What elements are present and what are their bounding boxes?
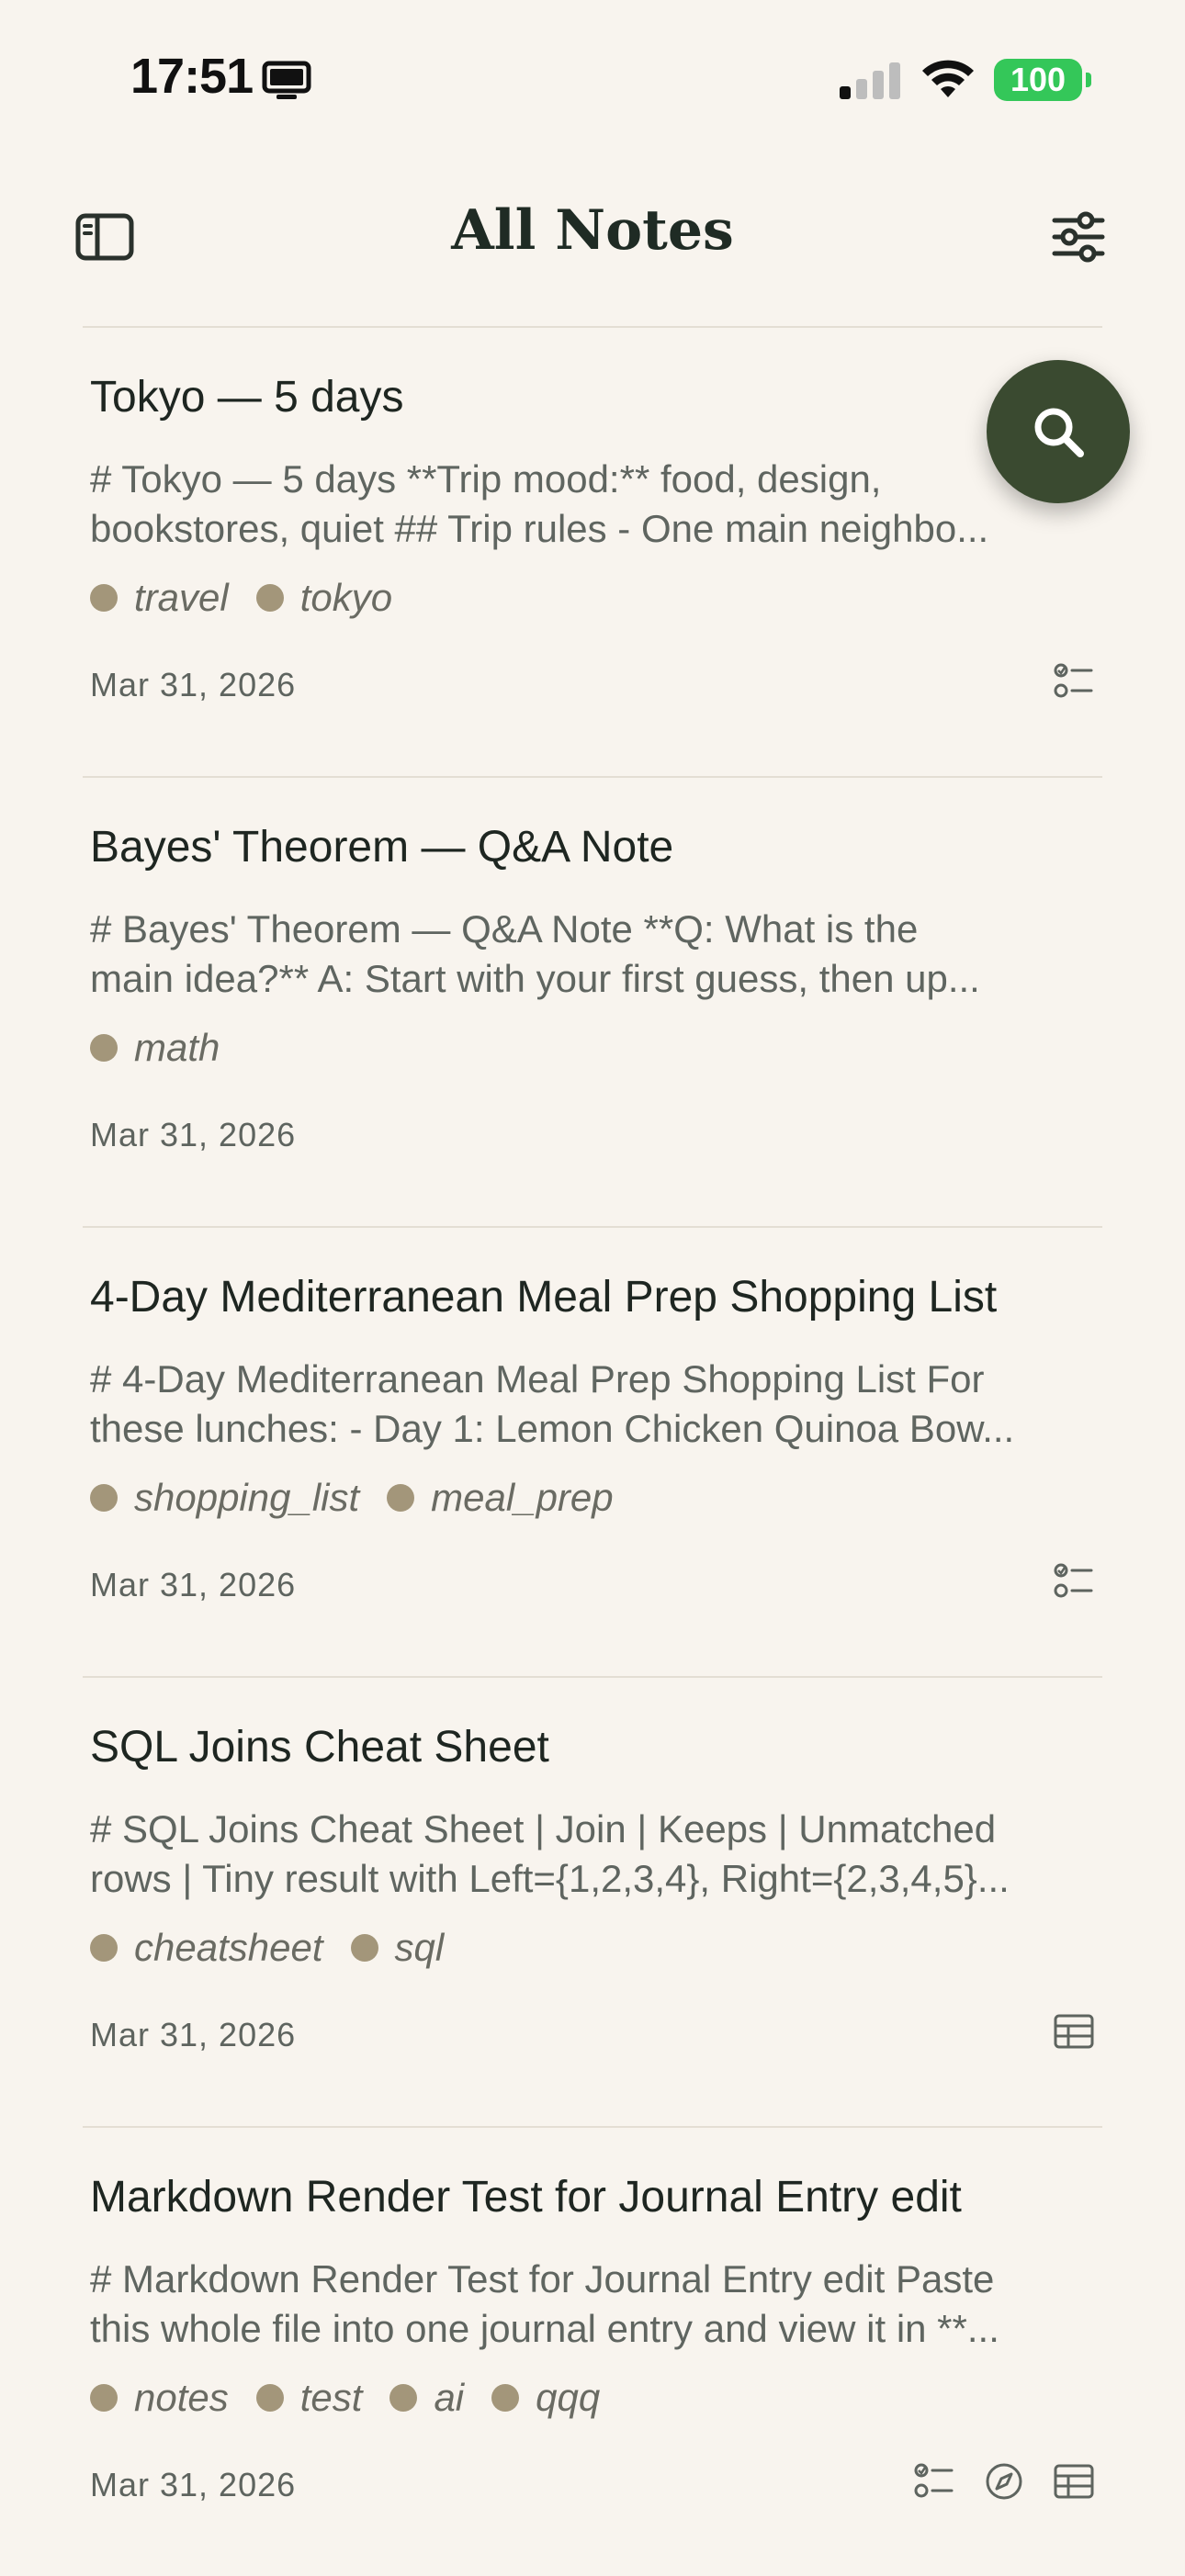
tag[interactable]: ai	[389, 2376, 464, 2420]
note-preview: # Bayes' Theorem — Q&A Note **Q: What is…	[90, 905, 1100, 1004]
tag-dot-icon	[387, 1484, 415, 1512]
note-date: Mar 31, 2026	[90, 1116, 297, 1153]
tag[interactable]: cheatsheet	[90, 1926, 323, 1970]
note-tags: travel tokyo	[90, 576, 392, 620]
tag[interactable]: sql	[350, 1926, 445, 1970]
note-preview-line: # Tokyo — 5 days **Trip mood:** food, de…	[90, 457, 882, 501]
note-card[interactable]: 4-Day Mediterranean Meal Prep Shopping L…	[83, 1226, 1102, 1676]
note-date: Mar 31, 2026	[90, 666, 297, 703]
tag-label: qqq	[536, 2376, 601, 2419]
note-preview: # 4-Day Mediterranean Meal Prep Shopping…	[90, 1355, 1100, 1454]
screen-mirroring-icon	[262, 61, 311, 99]
search-icon	[1034, 408, 1084, 457]
status-bar: 17:51 100	[0, 0, 1185, 147]
note-title: Markdown Render Test for Journal Entry e…	[90, 2173, 962, 2222]
tag[interactable]: meal_prep	[387, 1476, 614, 1520]
tag-label: meal_prep	[431, 1476, 614, 1519]
tag[interactable]: tokyo	[255, 576, 393, 620]
checklist-icon	[914, 2463, 954, 2498]
note-attachments	[1053, 660, 1095, 703]
note-card[interactable]: SQL Joins Cheat Sheet # SQL Joins Cheat …	[83, 1676, 1102, 2126]
search-button[interactable]	[987, 360, 1130, 503]
note-tags: math	[90, 1026, 220, 1070]
table-icon	[1054, 2014, 1094, 2049]
note-preview: # SQL Joins Cheat Sheet | Join | Keeps |…	[90, 1805, 1100, 1904]
wifi-icon	[922, 60, 974, 97]
note-title: Bayes' Theorem — Q&A Note	[90, 823, 674, 872]
note-title: SQL Joins Cheat Sheet	[90, 1723, 549, 1772]
note-tags: notes test ai qqq	[90, 2376, 600, 2420]
note-preview-line: # SQL Joins Cheat Sheet | Join | Keeps |…	[90, 1807, 997, 1850]
tag-dot-icon	[90, 1484, 118, 1512]
tag[interactable]: shopping_list	[90, 1476, 359, 1520]
tag-dot-icon	[255, 2384, 284, 2412]
cellular-signal-icon	[840, 62, 900, 99]
table-icon	[1054, 2464, 1094, 2499]
note-date: Mar 31, 2026	[90, 2466, 297, 2503]
note-card[interactable]: Tokyo — 5 days # Tokyo — 5 days **Trip m…	[83, 326, 1102, 776]
tag-label: notes	[134, 2376, 229, 2419]
note-preview-line: main idea?** A: Start with your first gu…	[90, 957, 980, 1000]
tag-dot-icon	[350, 1934, 378, 1962]
note-preview-line: # 4-Day Mediterranean Meal Prep Shopping…	[90, 1357, 985, 1400]
tag[interactable]: math	[90, 1026, 220, 1070]
filter-sliders-icon[interactable]	[1051, 211, 1106, 263]
notes-list: Tokyo — 5 days # Tokyo — 5 days **Trip m…	[83, 326, 1102, 2576]
note-date: Mar 31, 2026	[90, 1566, 297, 1603]
compass-icon	[986, 2463, 1022, 2500]
note-attachments	[913, 2460, 1095, 2503]
tag[interactable]: test	[255, 2376, 363, 2420]
note-preview-line: these lunches: - Day 1: Lemon Chicken Qu…	[90, 1407, 1015, 1450]
note-card[interactable]: Bayes' Theorem — Q&A Note # Bayes' Theor…	[83, 776, 1102, 1226]
status-time: 17:51	[130, 49, 254, 104]
tag-label: travel	[134, 576, 229, 619]
note-attachments	[1053, 1560, 1095, 1603]
note-preview: # Tokyo — 5 days **Trip mood:** food, de…	[90, 455, 1100, 554]
tag-dot-icon	[90, 2384, 118, 2412]
note-attachments	[1053, 2010, 1095, 2053]
note-preview-line: this whole file into one journal entry a…	[90, 2307, 999, 2350]
note-preview-line: # Markdown Render Test for Journal Entry…	[90, 2257, 995, 2300]
note-tags: cheatsheet sql	[90, 1926, 444, 1970]
tag-label: ai	[434, 2376, 465, 2419]
tag-label: test	[299, 2376, 363, 2419]
tag[interactable]: qqq	[491, 2376, 600, 2420]
checklist-icon	[1054, 663, 1093, 698]
tag-dot-icon	[491, 2384, 520, 2412]
note-card[interactable]: Markdown Render Test for Journal Entry e…	[83, 2126, 1102, 2576]
tag-dot-icon	[389, 2384, 418, 2412]
tag-label: sql	[394, 1926, 445, 1969]
note-tags: shopping_list meal_prep	[90, 1476, 614, 1520]
note-preview-line: rows | Tiny result with Left={1,2,3,4}, …	[90, 1857, 1010, 1900]
note-title: 4-Day Mediterranean Meal Prep Shopping L…	[90, 1273, 998, 1322]
tag[interactable]: notes	[90, 2376, 229, 2420]
tag-dot-icon	[255, 584, 284, 612]
tag[interactable]: travel	[90, 576, 229, 620]
tag-dot-icon	[90, 584, 118, 612]
tag-label: shopping_list	[134, 1476, 360, 1519]
note-title: Tokyo — 5 days	[90, 373, 404, 422]
page-title: All Notes	[451, 198, 734, 263]
note-date: Mar 31, 2026	[90, 2016, 297, 2053]
note-preview: # Markdown Render Test for Journal Entry…	[90, 2255, 1100, 2354]
tag-label: tokyo	[299, 576, 393, 619]
tag-label: math	[134, 1026, 220, 1069]
tag-label: cheatsheet	[134, 1926, 323, 1969]
tag-dot-icon	[90, 1034, 118, 1062]
tag-dot-icon	[90, 1934, 118, 1962]
app-header: All Notes	[0, 165, 1185, 321]
checklist-icon	[1054, 1563, 1093, 1598]
battery-indicator: 100	[994, 59, 1091, 101]
note-preview-line: bookstores, quiet ## Trip rules - One ma…	[90, 507, 989, 550]
note-preview-line: # Bayes' Theorem — Q&A Note **Q: What is…	[90, 907, 919, 951]
